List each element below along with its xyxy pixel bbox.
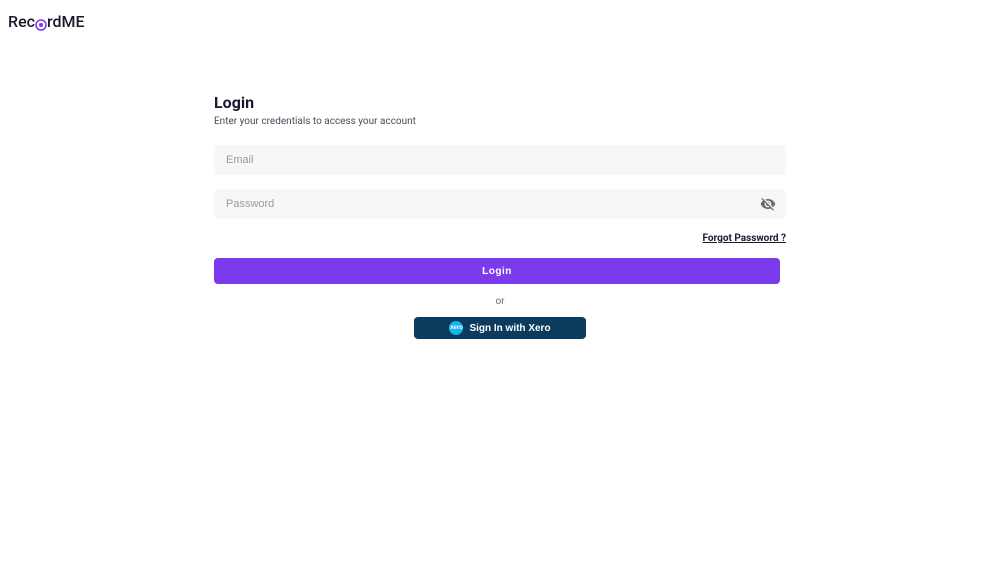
logo-text-2: rdME (47, 12, 85, 31)
password-visibility-toggle[interactable] (760, 196, 776, 212)
eye-off-icon (760, 196, 776, 212)
page-subtitle: Enter your credentials to access your ac… (214, 116, 786, 127)
email-input-group (214, 145, 786, 175)
login-container: Login Enter your credentials to access y… (214, 93, 786, 339)
xero-signin-button[interactable]: xero Sign In with Xero (414, 317, 586, 339)
xero-button-label: Sign In with Xero (469, 323, 550, 334)
password-input-group (214, 189, 786, 219)
logo-text-1: Rec (8, 12, 35, 31)
page-title: Login (214, 93, 786, 112)
login-button[interactable]: Login (214, 258, 780, 284)
email-field[interactable] (214, 145, 786, 175)
forgot-password-link[interactable]: Forgot Password ? (214, 233, 786, 244)
or-divider: or (214, 296, 786, 307)
password-field[interactable] (214, 189, 786, 219)
logo-icon (35, 16, 47, 28)
xero-icon: xero (449, 321, 463, 335)
logo: RecrdME (0, 0, 1000, 43)
